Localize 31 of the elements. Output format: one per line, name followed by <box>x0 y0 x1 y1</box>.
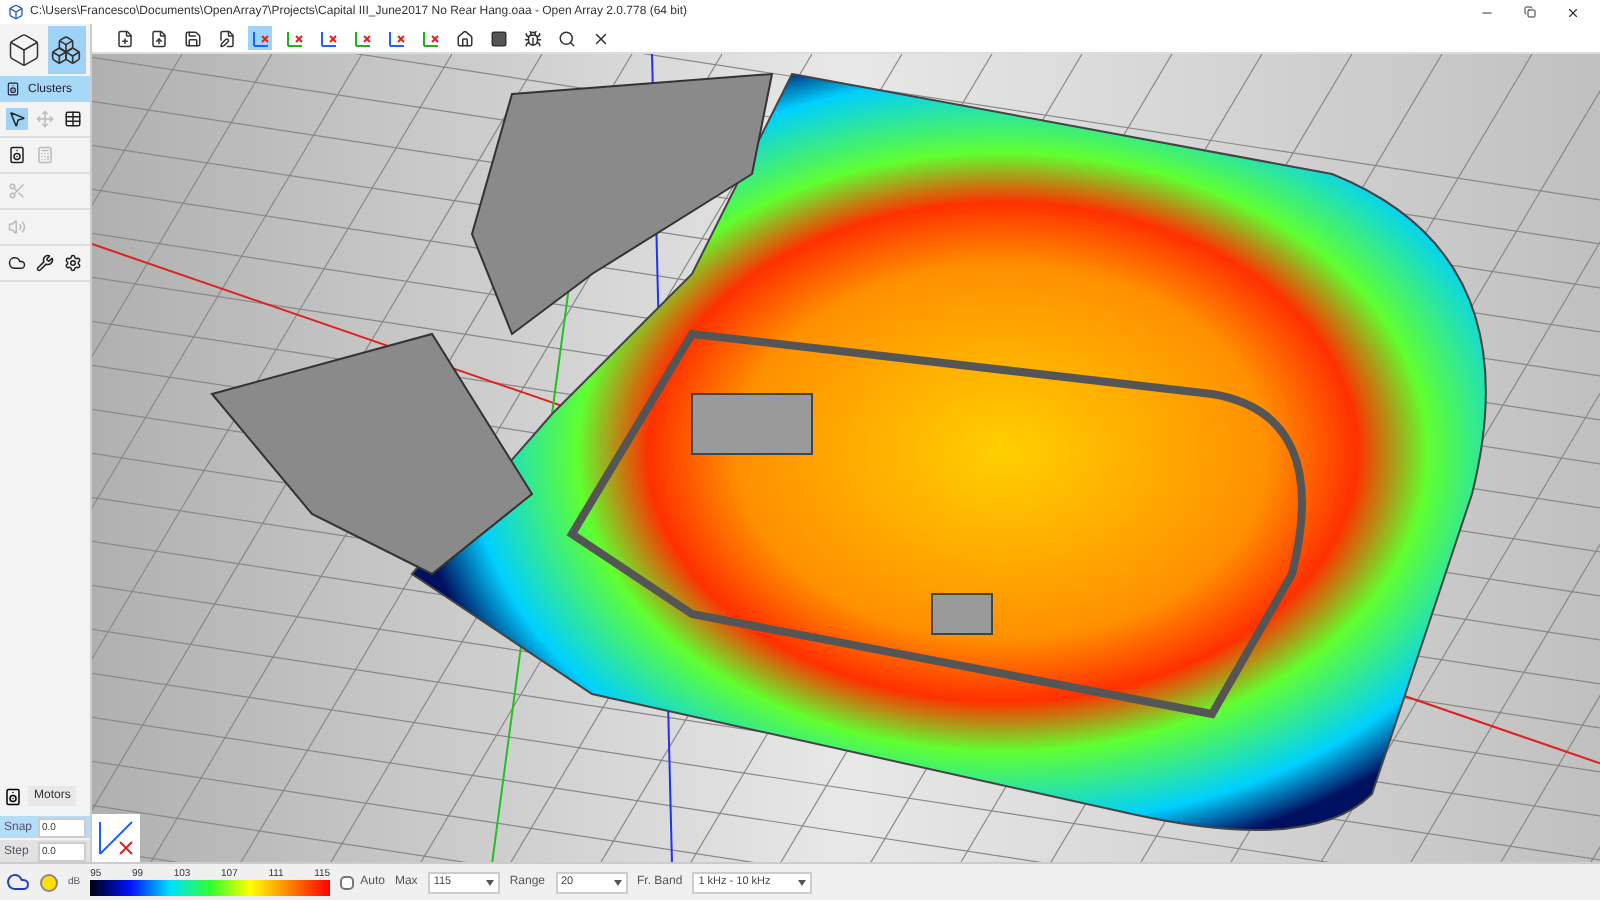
axis-view-button[interactable] <box>316 26 340 50</box>
close-icon <box>1566 5 1580 19</box>
caret-icon <box>613 879 621 885</box>
tool-button[interactable] <box>62 108 84 130</box>
bulb-icon <box>40 873 58 891</box>
speaker-icon[interactable] <box>6 144 28 166</box>
search-icon[interactable] <box>554 26 578 50</box>
square-icon[interactable] <box>486 26 510 50</box>
axis-view-button[interactable] <box>418 26 442 50</box>
home-icon[interactable] <box>452 26 476 50</box>
save-icon[interactable] <box>180 26 204 50</box>
caret-icon <box>485 879 494 885</box>
wrench-icon[interactable] <box>34 252 56 274</box>
edit-file-icon[interactable] <box>214 26 238 50</box>
cloud-icon[interactable] <box>6 252 28 274</box>
stage-platform <box>931 593 993 635</box>
tool-button[interactable] <box>6 108 28 130</box>
new-file-icon[interactable] <box>112 26 136 50</box>
speaker-icon <box>6 82 20 96</box>
cluster-view-button[interactable] <box>47 26 86 74</box>
caret-icon <box>798 879 807 885</box>
axis-view-button[interactable] <box>282 26 306 50</box>
axis-view-button[interactable] <box>384 26 408 50</box>
bug-icon[interactable] <box>520 26 544 50</box>
open-file-icon[interactable] <box>146 26 170 50</box>
settings-icon[interactable] <box>62 252 84 274</box>
restore-icon <box>1524 6 1536 18</box>
axis-view-button[interactable] <box>248 26 272 50</box>
app-icon <box>8 4 24 20</box>
axis-view-button[interactable] <box>350 26 374 50</box>
stage-platform <box>691 393 813 455</box>
